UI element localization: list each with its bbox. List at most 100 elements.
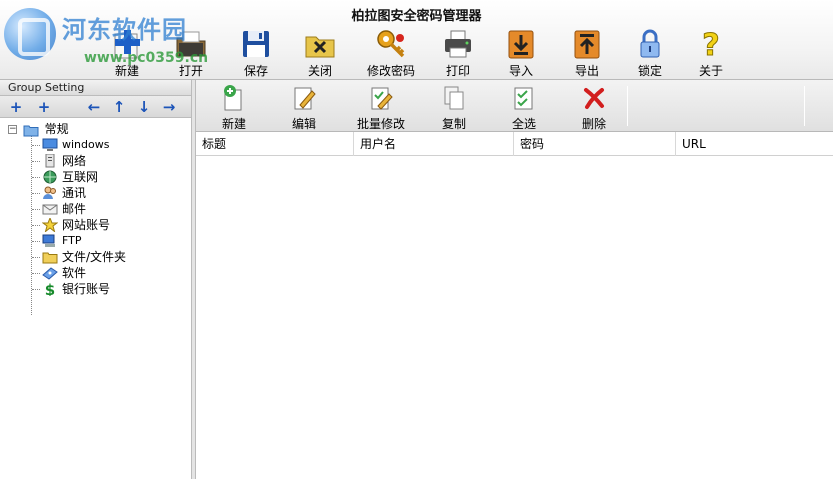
question-icon: ? [702, 28, 720, 60]
export-button[interactable]: 导出 [557, 28, 617, 78]
move-left-button[interactable]: ← [86, 99, 102, 115]
software-cd-icon [42, 267, 58, 280]
move-right-button[interactable]: → [161, 99, 177, 115]
copy-entry-label: 复制 [441, 117, 466, 131]
close-file-button[interactable]: 关闭 [290, 28, 350, 78]
entries-grid-header: 标题 用户名 密码 URL [196, 132, 833, 156]
column-header-title[interactable]: 标题 [196, 132, 354, 156]
import-label: 导入 [508, 64, 533, 78]
toolbar-separator [627, 86, 628, 126]
entries-panel: 新建 编辑 批量修改 复制 全选 删除 标题 用户名 密码 URL [196, 80, 833, 479]
batch-edit-icon [371, 87, 393, 110]
lock-button[interactable]: 锁定 [620, 28, 680, 78]
lock-label: 锁定 [637, 64, 662, 78]
ftp-computer-icon [42, 234, 55, 247]
save-button[interactable]: 保存 [226, 28, 286, 78]
globe-icon [43, 170, 57, 184]
print-label: 打印 [445, 64, 470, 78]
title-bar: 柏拉图安全密码管理器 新建 打开 保存 关闭 修改密码 打印 导入 导出 锁定 … [0, 0, 833, 80]
entries-toolbar: 新建 编辑 批量修改 复制 全选 删除 [196, 80, 833, 132]
edit-doc-icon [294, 87, 316, 110]
entries-grid-body[interactable] [196, 156, 833, 478]
folder-icon [42, 252, 58, 264]
column-header-url[interactable]: URL [676, 132, 833, 156]
group-setting-header: Group Setting [0, 80, 192, 96]
move-up-button[interactable]: ↑ [111, 99, 127, 115]
tree-item-files-folders[interactable]: 文件/文件夹 [0, 249, 192, 265]
tree-item-bank-accounts[interactable]: $ 银行账号 [0, 281, 192, 297]
toolbar-separator [804, 86, 805, 126]
close-folder-icon [305, 36, 335, 58]
edit-entry-label: 编辑 [291, 117, 316, 131]
collapse-toggle[interactable]: − [8, 125, 17, 134]
tree-item-mail[interactable]: 邮件 [0, 201, 192, 217]
select-all-button[interactable]: 全选 [489, 82, 559, 131]
star-icon [42, 218, 58, 232]
open-folder-icon [23, 125, 39, 136]
mail-icon [42, 204, 58, 215]
batch-edit-label: 批量修改 [356, 117, 405, 131]
export-label: 导出 [574, 64, 599, 78]
tree-root-general[interactable]: − 常规 [0, 121, 192, 137]
tree-item-contacts[interactable]: 通讯 [0, 185, 192, 201]
close-file-label: 关闭 [307, 64, 332, 78]
tree-item-label: FTP [62, 234, 82, 247]
svg-text:?: ? [702, 28, 719, 60]
move-down-button[interactable]: ↓ [136, 99, 152, 115]
add-group-button[interactable]: + [8, 99, 24, 115]
new-entry-button[interactable]: 新建 [199, 82, 269, 131]
arrow-left-icon: ← [87, 98, 101, 116]
tree-item-label: 文件/文件夹 [62, 250, 127, 264]
copy-entry-button[interactable]: 复制 [419, 82, 489, 131]
tree-item-software[interactable]: 软件 [0, 265, 192, 281]
watermark-logo-icon [4, 8, 56, 60]
tree-item-label: 邮件 [62, 202, 87, 216]
column-header-username[interactable]: 用户名 [354, 132, 514, 156]
tree-item-internet[interactable]: 互联网 [0, 169, 192, 185]
tree-root-label: 常规 [44, 122, 69, 136]
save-disk-icon [243, 31, 269, 57]
new-doc-icon [224, 85, 242, 111]
tree-item-label: 银行账号 [62, 282, 111, 296]
tree-item-label: 网络 [62, 154, 87, 168]
contacts-icon [43, 186, 56, 199]
new-entry-label: 新建 [221, 117, 246, 131]
delete-entry-button[interactable]: 删除 [559, 82, 629, 131]
tree-item-label: 通讯 [62, 186, 87, 200]
import-icon [508, 30, 534, 59]
tree-item-website-accounts[interactable]: 网站账号 [0, 217, 192, 233]
padlock-icon [640, 29, 660, 58]
change-password-button[interactable]: 修改密码 [361, 28, 421, 78]
tree-item-ftp[interactable]: FTP [0, 233, 192, 249]
svg-text:$: $ [45, 282, 55, 296]
group-tree: − 常规 windows 网络 互联网 通讯 邮件 网站账号 FTP 文件/文件… [0, 118, 192, 315]
arrow-right-icon: → [162, 98, 176, 116]
tree-item-network[interactable]: 网络 [0, 153, 192, 169]
arrow-down-icon: ↓ [137, 98, 151, 116]
delete-x-icon [584, 88, 604, 109]
group-toolbar: + + ← ↑ ↓ → [0, 96, 192, 118]
import-button[interactable]: 导入 [491, 28, 551, 78]
about-label: 关于 [698, 64, 723, 78]
app-window: 柏拉图安全密码管理器 新建 打开 保存 关闭 修改密码 打印 导入 导出 锁定 … [0, 0, 833, 479]
about-button[interactable]: ? 关于 [681, 28, 741, 78]
add-subgroup-button[interactable]: + [36, 99, 52, 115]
export-icon [574, 30, 600, 59]
watermark: 河东软件园 www.pc0359.cn [4, 6, 214, 78]
watermark-url: www.pc0359.cn [84, 50, 209, 66]
print-button[interactable]: 打印 [428, 28, 488, 78]
monitor-icon [42, 138, 58, 151]
delete-entry-label: 删除 [581, 117, 606, 131]
group-panel: Group Setting + + ← ↑ ↓ → − 常规 windows 网… [0, 80, 193, 479]
change-password-label: 修改密码 [366, 64, 415, 78]
batch-edit-button[interactable]: 批量修改 [346, 82, 416, 131]
tree-item-windows[interactable]: windows [0, 137, 192, 153]
dollar-icon: $ [45, 282, 55, 296]
edit-entry-button[interactable]: 编辑 [269, 82, 339, 131]
tree-item-label: 互联网 [62, 170, 99, 184]
key-icon [377, 30, 405, 58]
tree-item-label: windows [62, 138, 110, 151]
tree-item-label: 网站账号 [62, 218, 111, 232]
column-header-password[interactable]: 密码 [514, 132, 676, 156]
tree-item-label: 软件 [62, 266, 87, 280]
